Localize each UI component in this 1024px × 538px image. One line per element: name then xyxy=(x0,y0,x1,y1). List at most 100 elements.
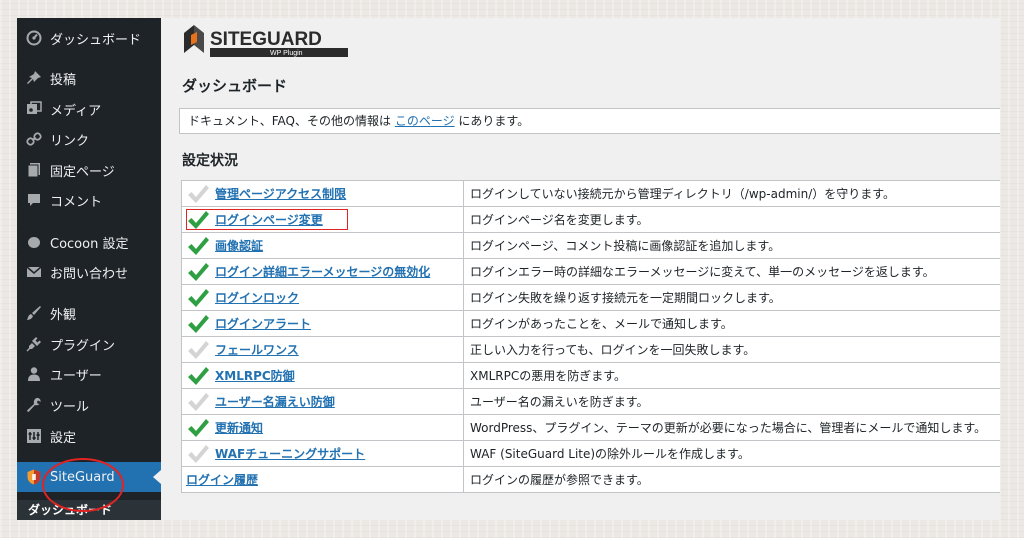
main-content: SITEGUARD WP Plugin ダッシュボード ドキュメント、FAQ、そ… xyxy=(161,18,1000,520)
check-on-icon xyxy=(186,313,215,335)
settings-icon xyxy=(26,428,42,444)
table-row: WAFチューニングサポート WAF (SiteGuard Lite)の除外ルールを… xyxy=(181,440,1000,467)
sidebar-item[interactable]: 固定ページ xyxy=(17,155,161,185)
mail-icon xyxy=(26,264,42,280)
table-row: ログインロック ログイン失敗を繰り返す接続元を一定期間ロックします。 xyxy=(181,284,1000,311)
admin-sidebar: ダッシュボード 投稿 メディア リンク 固定ページ コメント Cocoon 設定 お問い合わせ… xyxy=(17,18,161,520)
sidebar-item-label: SiteGuard xyxy=(50,469,115,485)
pin-icon xyxy=(26,70,42,86)
sidebar-item[interactable]: リンク xyxy=(17,124,161,154)
feature-cell: ログイン履歴 xyxy=(181,466,464,493)
info-notice: ドキュメント、FAQ、その他の情報は このページ にあります。 xyxy=(179,108,1000,134)
feature-description: WordPress、プラグイン、テーマの更新が必要になった場合に、管理者にメール… xyxy=(463,414,1000,441)
feature-link: WAFチューニングサポート xyxy=(215,445,365,462)
table-row: ログイン履歴 ログインの履歴が参照できます。 xyxy=(181,466,1000,493)
sidebar-item-label: ダッシュボード xyxy=(50,32,142,48)
feature-cell: ログインページ変更 xyxy=(181,206,464,233)
page-icon xyxy=(26,162,42,178)
feature-description: ログインしていない接続元から管理ディレクトリ（/wp-admin/）を守ります。 xyxy=(463,180,1000,207)
feature-description: ログインがあったことを、メールで通知します。 xyxy=(463,310,1000,337)
feature-name: ログインアラート xyxy=(186,312,463,336)
feature-cell: ログインロック xyxy=(181,284,464,311)
page-title: ダッシュボード xyxy=(182,77,288,95)
feature-link-anchor[interactable]: ログインページ変更 xyxy=(215,213,323,227)
feature-description: ログインページ名を変更します。 xyxy=(463,206,1000,233)
feature-link-anchor[interactable]: ログイン詳細エラーメッセージの無効化 xyxy=(215,265,430,279)
feature-link: ユーザー名漏えい防御 xyxy=(215,393,335,410)
feature-name: ユーザー名漏えい防御 xyxy=(186,390,463,414)
table-row: ログイン詳細エラーメッセージの無効化 ログインエラー時の詳細なエラーメッセージに変… xyxy=(181,258,1000,285)
table-row: ログインページ変更 ログインページ名を変更します。 xyxy=(181,206,1000,233)
notice-link[interactable]: このページ xyxy=(395,114,455,128)
feature-link-anchor[interactable]: 画像認証 xyxy=(215,239,263,253)
dashboard-icon xyxy=(26,30,42,46)
check-off-icon xyxy=(186,443,215,465)
feature-cell: WAFチューニングサポート xyxy=(181,440,464,467)
sidebar-item-label: 外観 xyxy=(50,307,77,323)
feature-link-anchor[interactable]: ログインアラート xyxy=(215,317,311,331)
cocoon-icon xyxy=(26,234,42,250)
sidebar-item[interactable]: ダッシュボード xyxy=(17,23,161,53)
feature-cell: XMLRPC防御 xyxy=(181,362,464,389)
feature-link-anchor[interactable]: ログインロック xyxy=(215,291,299,305)
feature-cell: ユーザー名漏えい防御 xyxy=(181,388,464,415)
table-row: ログインアラート ログインがあったことを、メールで通知します。 xyxy=(181,310,1000,337)
check-on-icon xyxy=(186,235,215,257)
feature-link: 画像認証 xyxy=(215,237,263,254)
feature-link-anchor[interactable]: WAFチューニングサポート xyxy=(215,447,365,461)
sidebar-item[interactable]: ユーザー xyxy=(17,359,161,389)
feature-cell: フェールワンス xyxy=(181,336,464,363)
sidebar-item[interactable]: プラグイン xyxy=(17,329,161,359)
comment-icon xyxy=(26,192,42,208)
plugin-icon xyxy=(26,336,42,352)
sidebar-item[interactable]: Cocoon 設定 xyxy=(17,227,161,257)
feature-cell: ログイン詳細エラーメッセージの無効化 xyxy=(181,258,464,285)
wrench-icon xyxy=(26,397,42,413)
feature-link-anchor[interactable]: XMLRPC防御 xyxy=(215,369,295,383)
notice-text-after: にあります。 xyxy=(454,114,530,128)
feature-description: ログインエラー時の詳細なエラーメッセージに変えて、単一のメッセージを返します。 xyxy=(463,258,1000,285)
sidebar-item-label: プラグイン xyxy=(50,338,116,354)
sidebar-item[interactable]: 外観 xyxy=(17,298,161,328)
table-row: 管理ページアクセス制限 ログインしていない接続元から管理ディレクトリ（/wp-ad… xyxy=(181,180,1000,207)
submenu-item-dashboard[interactable]: ダッシュボード xyxy=(17,500,161,520)
feature-link-anchor[interactable]: フェールワンス xyxy=(215,343,299,357)
sidebar-item[interactable]: コメント xyxy=(17,185,161,215)
sidebar-item[interactable]: 投稿 xyxy=(17,63,161,93)
check-on-icon xyxy=(186,261,215,283)
siteguard-logo: SITEGUARD WP Plugin xyxy=(184,25,348,57)
feature-link: 更新通知 xyxy=(215,419,263,436)
sidebar-item-label: お問い合わせ xyxy=(50,266,129,282)
feature-description: ログイン失敗を繰り返す接続元を一定期間ロックします。 xyxy=(463,284,1000,311)
feature-cell: ログインアラート xyxy=(181,310,464,337)
feature-link-anchor[interactable]: 更新通知 xyxy=(215,421,263,435)
feature-link-anchor[interactable]: ユーザー名漏えい防御 xyxy=(215,395,335,409)
sidebar-item[interactable]: ツール xyxy=(17,390,161,420)
feature-name: ログインロック xyxy=(186,286,463,310)
sidebar-item-label: 固定ページ xyxy=(50,164,115,180)
logo-subtitle: WP Plugin xyxy=(270,50,303,57)
notice-text-before: ドキュメント、FAQ、その他の情報は xyxy=(188,114,395,128)
feature-description: 正しい入力を行っても、ログインを一回失敗します。 xyxy=(463,336,1000,363)
sidebar-item[interactable]: 設定 xyxy=(17,421,161,451)
feature-name: ログイン詳細エラーメッセージの無効化 xyxy=(186,260,463,284)
feature-name: WAFチューニングサポート xyxy=(186,442,463,466)
sidebar-item-label: メディア xyxy=(50,103,102,119)
feature-link-anchor[interactable]: ログイン履歴 xyxy=(186,473,258,487)
sidebar-item[interactable]: SiteGuard xyxy=(17,462,161,492)
table-row: ユーザー名漏えい防御 ユーザー名の漏えいを防ぎます。 xyxy=(181,388,1000,415)
feature-name: XMLRPC防御 xyxy=(186,364,463,388)
sidebar-item-label: コメント xyxy=(50,194,103,210)
sidebar-item-label: ツール xyxy=(50,399,90,415)
sidebar-item[interactable]: お問い合わせ xyxy=(17,257,161,287)
feature-link: フェールワンス xyxy=(215,341,299,358)
feature-name: ログインページ変更 xyxy=(186,208,463,232)
sidebar-item[interactable]: メディア xyxy=(17,94,161,124)
feature-link: XMLRPC防御 xyxy=(215,367,295,384)
feature-description: ログインの履歴が参照できます。 xyxy=(463,466,1000,493)
feature-link-anchor[interactable]: 管理ページアクセス制限 xyxy=(215,187,346,201)
feature-link: 管理ページアクセス制限 xyxy=(215,185,346,202)
table-row: フェールワンス 正しい入力を行っても、ログインを一回失敗します。 xyxy=(181,336,1000,363)
feature-link: ログインロック xyxy=(215,289,299,306)
check-on-icon xyxy=(186,365,215,387)
